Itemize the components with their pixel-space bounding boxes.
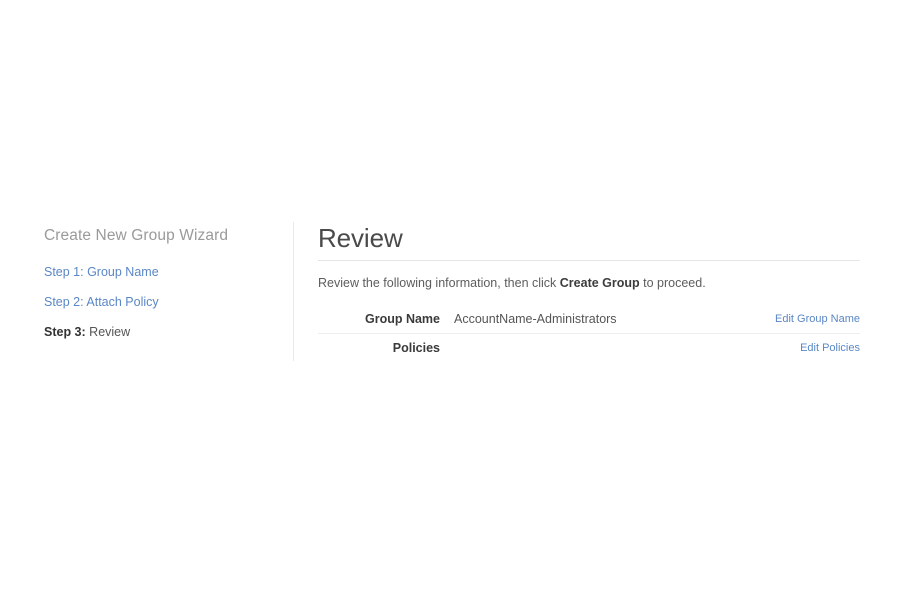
wizard-step-3: Step 3: Review	[44, 324, 279, 340]
sidebar-item-group-name[interactable]: Step 1: Group Name	[44, 265, 159, 279]
table-row: Group Name AccountName-Administrators Ed…	[318, 305, 860, 334]
instruction-emphasis: Create Group	[559, 276, 640, 290]
sidebar-item-review-number: Step 3:	[44, 325, 86, 339]
sidebar-divider	[293, 222, 294, 361]
page-title: Review	[318, 223, 403, 253]
policies-label: Policies	[392, 341, 440, 355]
wizard-step-2[interactable]: Step 2: Attach Policy	[44, 294, 279, 310]
review-panel: Review Review the following information,…	[318, 222, 860, 362]
group-name-action[interactable]: Edit Group Name	[775, 311, 860, 327]
edit-policies-link[interactable]: Edit Policies	[800, 342, 860, 354]
heading-rule	[318, 260, 860, 261]
sidebar-item-attach-policy[interactable]: Step 2: Attach Policy	[44, 295, 159, 309]
edit-group-name-link[interactable]: Edit Group Name	[775, 313, 860, 325]
create-group-wizard-page: Create New Group Wizard Step 1: Group Na…	[0, 0, 900, 600]
wizard-sidebar: Create New Group Wizard Step 1: Group Na…	[44, 226, 279, 354]
wizard-step-list: Step 1: Group Name Step 2: Attach Policy…	[44, 264, 279, 340]
table-row: Policies Edit Policies	[318, 334, 860, 362]
review-summary-table: Group Name AccountName-Administrators Ed…	[318, 305, 860, 362]
instruction-text-after: to proceed.	[639, 276, 706, 290]
group-name-value: AccountName-Administrators	[454, 312, 617, 326]
instruction-text-before: Review the following information, then c…	[318, 276, 560, 290]
sidebar-item-review-label: Review	[89, 325, 131, 339]
policies-action[interactable]: Edit Policies	[800, 340, 860, 356]
wizard-title: Create New Group Wizard	[44, 227, 229, 244]
wizard-step-1[interactable]: Step 1: Group Name	[44, 264, 279, 280]
panel-instruction: Review the following information, then c…	[318, 275, 860, 291]
group-name-label: Group Name	[364, 312, 440, 326]
